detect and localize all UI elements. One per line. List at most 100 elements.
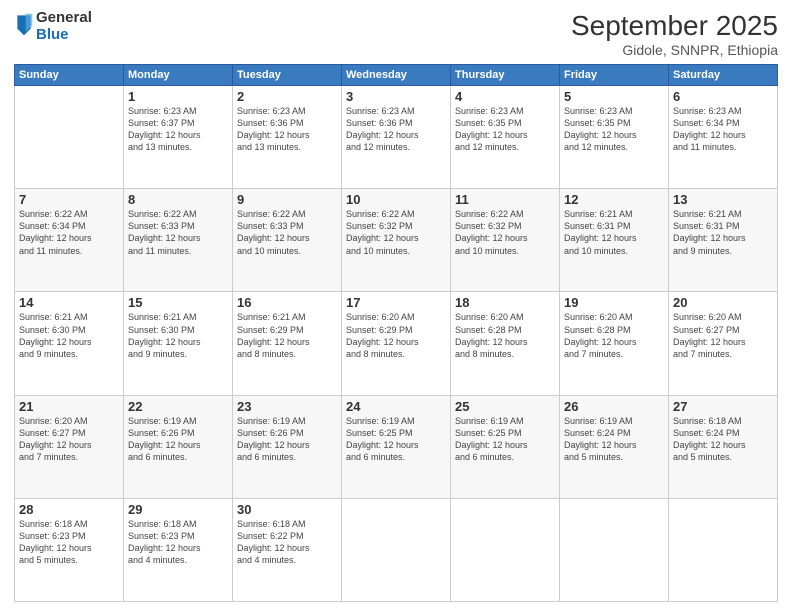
logo: General Blue	[14, 10, 92, 43]
day-info: Sunrise: 6:20 AM Sunset: 6:28 PM Dayligh…	[455, 311, 555, 360]
calendar-header-row: Sunday Monday Tuesday Wednesday Thursday…	[15, 65, 778, 86]
calendar-day: 16Sunrise: 6:21 AM Sunset: 6:29 PM Dayli…	[233, 292, 342, 395]
day-number: 22	[128, 399, 228, 414]
day-info: Sunrise: 6:20 AM Sunset: 6:27 PM Dayligh…	[673, 311, 773, 360]
month-title: September 2025	[571, 10, 778, 42]
day-info: Sunrise: 6:23 AM Sunset: 6:36 PM Dayligh…	[237, 105, 337, 154]
col-wednesday: Wednesday	[342, 65, 451, 86]
calendar-week-row-3: 14Sunrise: 6:21 AM Sunset: 6:30 PM Dayli…	[15, 292, 778, 395]
header: General Blue September 2025 Gidole, SNNP…	[14, 10, 778, 58]
calendar-day: 5Sunrise: 6:23 AM Sunset: 6:35 PM Daylig…	[560, 86, 669, 189]
calendar-day: 11Sunrise: 6:22 AM Sunset: 6:32 PM Dayli…	[451, 189, 560, 292]
day-info: Sunrise: 6:18 AM Sunset: 6:23 PM Dayligh…	[128, 518, 228, 567]
day-info: Sunrise: 6:18 AM Sunset: 6:22 PM Dayligh…	[237, 518, 337, 567]
day-number: 2	[237, 89, 337, 104]
day-info: Sunrise: 6:22 AM Sunset: 6:33 PM Dayligh…	[128, 208, 228, 257]
calendar-day: 3Sunrise: 6:23 AM Sunset: 6:36 PM Daylig…	[342, 86, 451, 189]
calendar-day: 26Sunrise: 6:19 AM Sunset: 6:24 PM Dayli…	[560, 395, 669, 498]
day-info: Sunrise: 6:23 AM Sunset: 6:34 PM Dayligh…	[673, 105, 773, 154]
day-info: Sunrise: 6:23 AM Sunset: 6:35 PM Dayligh…	[455, 105, 555, 154]
day-info: Sunrise: 6:18 AM Sunset: 6:24 PM Dayligh…	[673, 415, 773, 464]
day-info: Sunrise: 6:22 AM Sunset: 6:33 PM Dayligh…	[237, 208, 337, 257]
day-info: Sunrise: 6:19 AM Sunset: 6:25 PM Dayligh…	[346, 415, 446, 464]
day-info: Sunrise: 6:21 AM Sunset: 6:30 PM Dayligh…	[128, 311, 228, 360]
calendar-day: 25Sunrise: 6:19 AM Sunset: 6:25 PM Dayli…	[451, 395, 560, 498]
day-number: 28	[19, 502, 119, 517]
day-info: Sunrise: 6:23 AM Sunset: 6:37 PM Dayligh…	[128, 105, 228, 154]
calendar-week-row-5: 28 Sunrise: 6:18 AM Sunset: 6:23 PM Dayli…	[15, 498, 778, 601]
day-number: 6	[673, 89, 773, 104]
calendar-day: 9Sunrise: 6:22 AM Sunset: 6:33 PM Daylig…	[233, 189, 342, 292]
calendar-day: 2Sunrise: 6:23 AM Sunset: 6:36 PM Daylig…	[233, 86, 342, 189]
logo-blue: Blue	[36, 27, 92, 44]
calendar-day: 4Sunrise: 6:23 AM Sunset: 6:35 PM Daylig…	[451, 86, 560, 189]
day-info: Sunrise: 6:21 AM Sunset: 6:31 PM Dayligh…	[564, 208, 664, 257]
day-info: Sunrise: 6:20 AM Sunset: 6:28 PM Dayligh…	[564, 311, 664, 360]
calendar-week-row-1: 1Sunrise: 6:23 AM Sunset: 6:37 PM Daylig…	[15, 86, 778, 189]
day-number: 1	[128, 89, 228, 104]
calendar-day: 22Sunrise: 6:19 AM Sunset: 6:26 PM Dayli…	[124, 395, 233, 498]
day-info: Sunrise: 6:23 AM Sunset: 6:35 PM Dayligh…	[564, 105, 664, 154]
calendar-day: 10Sunrise: 6:22 AM Sunset: 6:32 PM Dayli…	[342, 189, 451, 292]
calendar-day: 28Sunrise: 6:18 AM Sunset: 6:23 PM Dayli…	[15, 498, 124, 601]
day-number: 4	[455, 89, 555, 104]
day-number: 11	[455, 192, 555, 207]
day-number: 3	[346, 89, 446, 104]
logo-icon	[14, 12, 34, 42]
day-info: Sunrise: 6:19 AM Sunset: 6:26 PM Dayligh…	[237, 415, 337, 464]
day-info: Sunrise: 6:22 AM Sunset: 6:32 PM Dayligh…	[455, 208, 555, 257]
calendar-day	[669, 498, 778, 601]
day-info: Sunrise: 6:19 AM Sunset: 6:24 PM Dayligh…	[564, 415, 664, 464]
calendar-day: 21Sunrise: 6:20 AM Sunset: 6:27 PM Dayli…	[15, 395, 124, 498]
title-block: September 2025 Gidole, SNNPR, Ethiopia	[571, 10, 778, 58]
calendar-day: 7Sunrise: 6:22 AM Sunset: 6:34 PM Daylig…	[15, 189, 124, 292]
calendar-week-row-4: 21Sunrise: 6:20 AM Sunset: 6:27 PM Dayli…	[15, 395, 778, 498]
calendar-day	[15, 86, 124, 189]
calendar-day: 15Sunrise: 6:21 AM Sunset: 6:30 PM Dayli…	[124, 292, 233, 395]
day-number: 19	[564, 295, 664, 310]
day-info: Sunrise: 6:20 AM Sunset: 6:27 PM Dayligh…	[19, 415, 119, 464]
calendar-week-row-2: 7Sunrise: 6:22 AM Sunset: 6:34 PM Daylig…	[15, 189, 778, 292]
calendar-day: 27Sunrise: 6:18 AM Sunset: 6:24 PM Dayli…	[669, 395, 778, 498]
day-number: 21	[19, 399, 119, 414]
day-number: 9	[237, 192, 337, 207]
col-friday: Friday	[560, 65, 669, 86]
day-number: 7	[19, 192, 119, 207]
day-number: 5	[564, 89, 664, 104]
day-number: 10	[346, 192, 446, 207]
calendar-day: 23Sunrise: 6:19 AM Sunset: 6:26 PM Dayli…	[233, 395, 342, 498]
day-number: 13	[673, 192, 773, 207]
day-info: Sunrise: 6:19 AM Sunset: 6:26 PM Dayligh…	[128, 415, 228, 464]
day-info: Sunrise: 6:20 AM Sunset: 6:29 PM Dayligh…	[346, 311, 446, 360]
col-tuesday: Tuesday	[233, 65, 342, 86]
logo-text: General Blue	[36, 10, 92, 43]
calendar-day: 17Sunrise: 6:20 AM Sunset: 6:29 PM Dayli…	[342, 292, 451, 395]
calendar-day: 1Sunrise: 6:23 AM Sunset: 6:37 PM Daylig…	[124, 86, 233, 189]
calendar-day: 8Sunrise: 6:22 AM Sunset: 6:33 PM Daylig…	[124, 189, 233, 292]
day-number: 24	[346, 399, 446, 414]
day-number: 26	[564, 399, 664, 414]
calendar-day: 6Sunrise: 6:23 AM Sunset: 6:34 PM Daylig…	[669, 86, 778, 189]
calendar-day: 24Sunrise: 6:19 AM Sunset: 6:25 PM Dayli…	[342, 395, 451, 498]
calendar-day	[560, 498, 669, 601]
calendar-day	[451, 498, 560, 601]
calendar-day: 14Sunrise: 6:21 AM Sunset: 6:30 PM Dayli…	[15, 292, 124, 395]
day-number: 27	[673, 399, 773, 414]
day-number: 17	[346, 295, 446, 310]
calendar-day: 30Sunrise: 6:18 AM Sunset: 6:22 PM Dayli…	[233, 498, 342, 601]
day-number: 8	[128, 192, 228, 207]
day-number: 15	[128, 295, 228, 310]
day-number: 29	[128, 502, 228, 517]
calendar-day	[342, 498, 451, 601]
day-number: 12	[564, 192, 664, 207]
calendar-table: Sunday Monday Tuesday Wednesday Thursday…	[14, 64, 778, 602]
day-info: Sunrise: 6:22 AM Sunset: 6:34 PM Dayligh…	[19, 208, 119, 257]
logo-general: General	[36, 10, 92, 27]
day-info: Sunrise: 6:21 AM Sunset: 6:30 PM Dayligh…	[19, 311, 119, 360]
location-subtitle: Gidole, SNNPR, Ethiopia	[571, 42, 778, 58]
calendar-day: 13Sunrise: 6:21 AM Sunset: 6:31 PM Dayli…	[669, 189, 778, 292]
calendar-day: 19Sunrise: 6:20 AM Sunset: 6:28 PM Dayli…	[560, 292, 669, 395]
day-number: 23	[237, 399, 337, 414]
day-info: Sunrise: 6:22 AM Sunset: 6:32 PM Dayligh…	[346, 208, 446, 257]
col-monday: Monday	[124, 65, 233, 86]
